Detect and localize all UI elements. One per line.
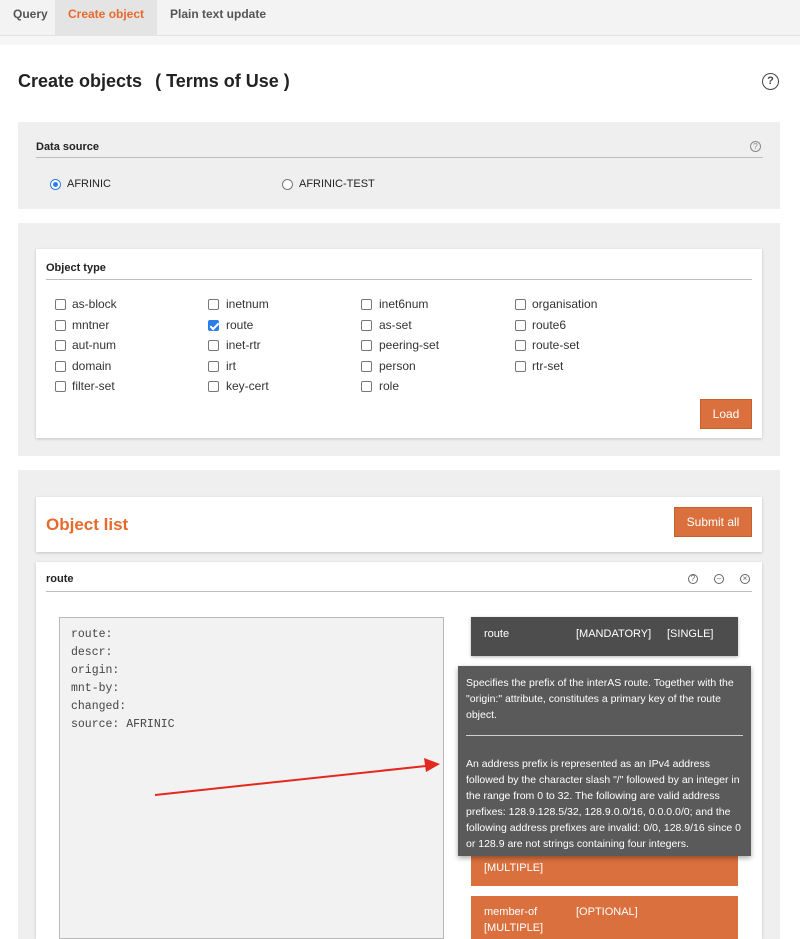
checkbox-filter-set[interactable] xyxy=(55,381,66,392)
checkbox-peering-set[interactable] xyxy=(361,340,372,351)
attribute-cardinality: [SINGLE] xyxy=(667,628,714,640)
checkbox-label: as-set xyxy=(379,318,412,332)
editor-line: route: xyxy=(71,628,113,641)
checkbox-label: organisation xyxy=(532,297,598,311)
object-type-label: Object type xyxy=(46,262,106,274)
checkbox-label: irt xyxy=(226,359,236,373)
checkbox-as-set[interactable] xyxy=(361,320,372,331)
radio-afrinic-label: AFRINIC xyxy=(67,178,111,190)
page-title: Create objects ( Terms of Use ) xyxy=(18,71,290,92)
checkbox-aut-num[interactable] xyxy=(55,340,66,351)
checkbox-label: route xyxy=(226,318,254,332)
object-type-divider xyxy=(46,279,752,280)
checkbox-rtr-set[interactable] xyxy=(515,361,526,372)
checkbox-label: rtr-set xyxy=(532,359,564,373)
data-source-help-icon[interactable]: ? xyxy=(750,141,761,152)
tab-divider xyxy=(0,36,800,45)
object-list-header-card xyxy=(36,497,762,552)
checkbox-route6[interactable] xyxy=(515,320,526,331)
attribute-cardinality: [MULTIPLE] xyxy=(484,862,544,874)
data-source-panel xyxy=(18,122,780,209)
attribute-requirement: [MANDATORY] xyxy=(576,628,652,640)
radio-afrinic-test-label: AFRINIC-TEST xyxy=(299,178,375,190)
help-icon[interactable]: ? xyxy=(688,574,698,584)
editor-line: descr: xyxy=(71,646,113,659)
checkbox-label: role xyxy=(379,379,400,393)
load-button[interactable]: Load xyxy=(700,399,752,429)
checkbox-irt[interactable] xyxy=(208,361,219,372)
checkbox-label: inet6num xyxy=(379,297,429,311)
checkbox-label: as-block xyxy=(72,297,117,311)
attribute-cardinality: [MULTIPLE] xyxy=(484,922,544,934)
page-title-text: Create objects xyxy=(18,71,143,91)
checkbox-label: key-cert xyxy=(226,379,269,393)
checkbox-inet-rtr[interactable] xyxy=(208,340,219,351)
editor-line: changed: xyxy=(71,700,127,713)
checkbox-person[interactable] xyxy=(361,361,372,372)
object-list-title: Object list xyxy=(46,515,129,534)
terms-of-use-link[interactable]: ( Terms of Use ) xyxy=(155,71,290,91)
checkbox-route-set[interactable] xyxy=(515,340,526,351)
attribute-tooltip: Specifies the prefix of the interAS rout… xyxy=(458,666,751,856)
data-source-divider xyxy=(36,157,763,158)
close-icon[interactable]: × xyxy=(740,574,750,584)
editor-line: mnt-by: xyxy=(71,682,120,695)
checkbox-organisation[interactable] xyxy=(515,299,526,310)
tab-bar: Query Create object Plain text update xyxy=(0,0,800,36)
checkbox-inet6num[interactable] xyxy=(361,299,372,310)
checkbox-label: mntner xyxy=(72,318,110,332)
checkbox-label: domain xyxy=(72,359,112,373)
attribute-member-of[interactable]: member-of [OPTIONAL] [MULTIPLE] xyxy=(471,896,738,939)
checkbox-label: route-set xyxy=(532,338,580,352)
data-source-label: Data source xyxy=(36,141,99,153)
tab-query[interactable]: Query xyxy=(0,0,61,36)
checkbox-label: aut-num xyxy=(72,338,117,352)
radio-afrinic[interactable] xyxy=(50,179,61,190)
tooltip-detail: An address prefix is represented as an I… xyxy=(466,758,741,850)
editor-line: origin: xyxy=(71,664,120,677)
checkbox-as-block[interactable] xyxy=(55,299,66,310)
checkbox-mntner[interactable] xyxy=(55,320,66,331)
attribute-name: member-of xyxy=(484,906,538,918)
checkbox-label: inet-rtr xyxy=(226,338,261,352)
tooltip-divider xyxy=(466,735,743,736)
checkbox-key-cert[interactable] xyxy=(208,381,219,392)
minimize-icon[interactable]: – xyxy=(714,574,724,584)
object-text-editor[interactable]: route: descr: origin: mnt-by: changed: s… xyxy=(59,617,444,939)
attribute-name: route xyxy=(484,628,510,640)
radio-afrinic-test[interactable] xyxy=(282,179,293,190)
tab-create-object[interactable]: Create object xyxy=(55,0,158,36)
checkbox-label: inetnum xyxy=(226,297,269,311)
checkbox-label: person xyxy=(379,359,416,373)
route-object-title: route xyxy=(46,573,74,585)
tab-plain-text-update[interactable]: Plain text update xyxy=(157,0,279,36)
submit-all-button[interactable]: Submit all xyxy=(674,507,752,537)
attribute-requirement: [OPTIONAL] xyxy=(576,906,638,918)
checkbox-role[interactable] xyxy=(361,381,372,392)
attribute-route[interactable]: route [MANDATORY] [SINGLE] xyxy=(471,617,738,656)
checkbox-domain[interactable] xyxy=(55,361,66,372)
question-circle-icon[interactable]: ? xyxy=(762,73,779,90)
tooltip-summary: Specifies the prefix of the interAS rout… xyxy=(466,677,734,721)
checkbox-route[interactable] xyxy=(208,320,219,331)
editor-line: source: AFRINIC xyxy=(71,718,175,731)
checkbox-label: peering-set xyxy=(379,338,440,352)
checkbox-inetnum[interactable] xyxy=(208,299,219,310)
route-object-divider xyxy=(46,591,752,592)
checkbox-label: route6 xyxy=(532,318,567,332)
checkbox-label: filter-set xyxy=(72,379,115,393)
